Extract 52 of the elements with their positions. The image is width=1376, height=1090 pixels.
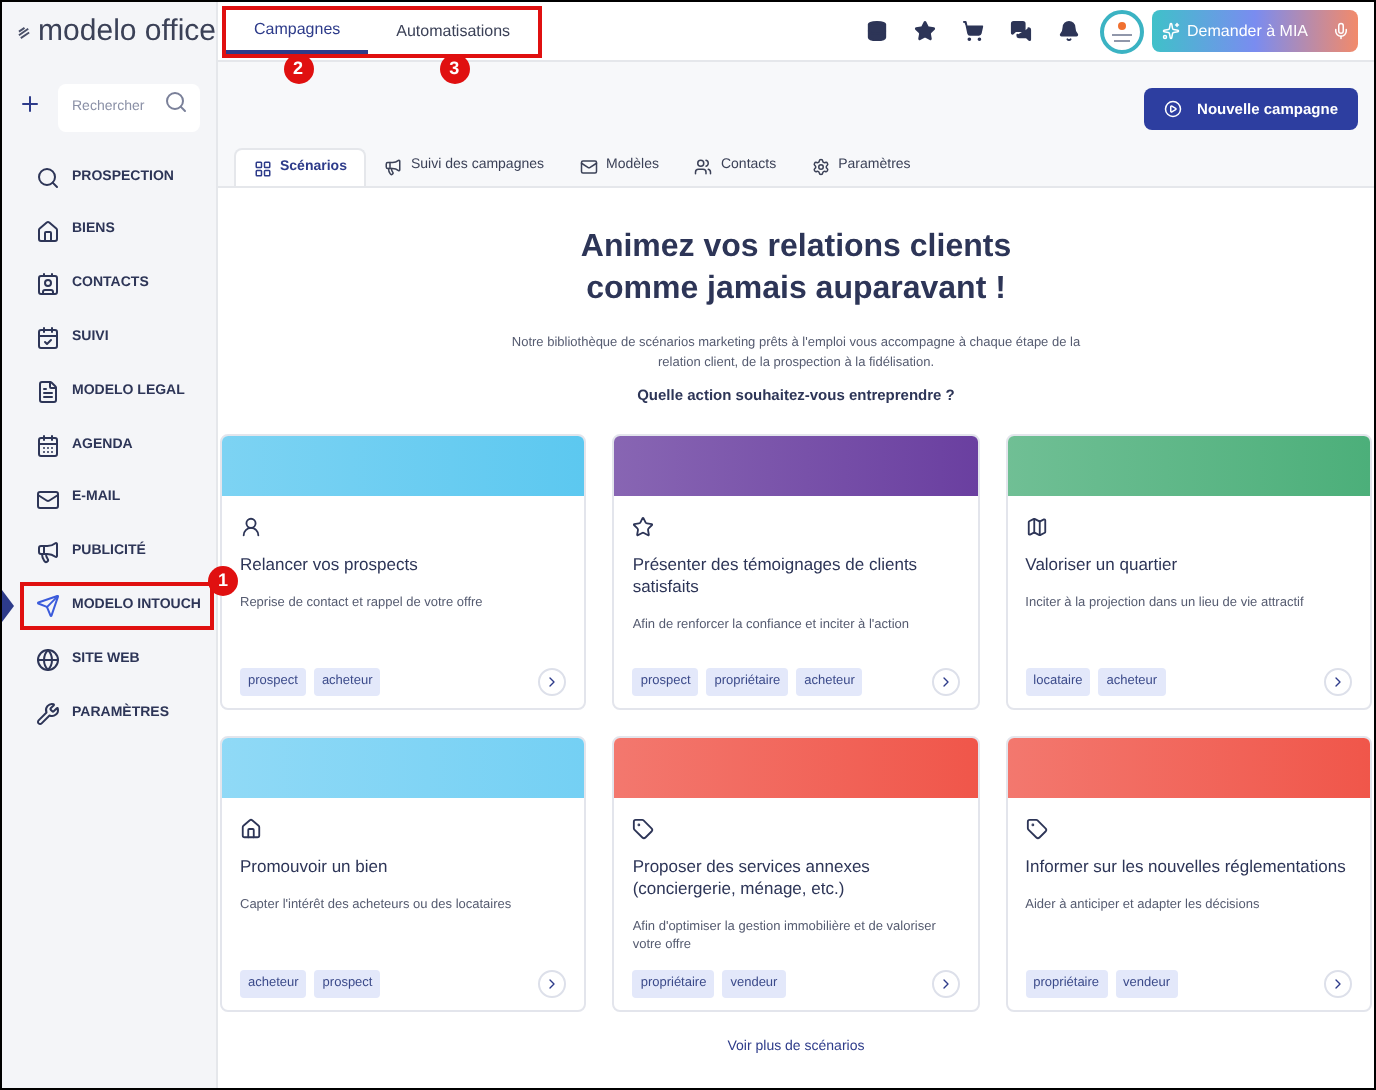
play-circle-icon xyxy=(1163,100,1182,118)
globe-icon xyxy=(36,648,60,673)
users-icon xyxy=(694,158,713,176)
card-title: Promouvoir un bien xyxy=(240,856,390,879)
house-icon xyxy=(240,818,262,841)
chevron-button[interactable] xyxy=(931,668,960,697)
house-icon xyxy=(36,219,60,244)
calendar-icon xyxy=(36,433,60,458)
tag-icon xyxy=(632,818,655,841)
calendar-check-icon xyxy=(36,326,60,351)
megaphone-icon xyxy=(384,158,403,176)
top-tab[interactable]: Automatisations xyxy=(368,10,539,54)
contact-card-icon xyxy=(36,272,60,297)
card-title: Relancer vos prospects xyxy=(240,554,420,577)
document-icon xyxy=(36,380,60,405)
active-indicator xyxy=(2,590,14,623)
paper-plane-icon xyxy=(36,594,60,619)
cart-icon xyxy=(961,20,984,42)
chevron-button[interactable] xyxy=(1323,970,1352,999)
envelope-icon xyxy=(36,487,60,512)
search-icon xyxy=(164,90,188,114)
logo-text: modelo office xyxy=(38,11,216,52)
user-icon xyxy=(240,516,262,539)
microphone-icon xyxy=(1332,22,1350,40)
grid-icon xyxy=(254,159,272,177)
callout-badge: 2 xyxy=(283,54,314,84)
top-tab[interactable]: Campagnes xyxy=(226,10,369,54)
add-icon[interactable] xyxy=(18,92,42,117)
star-icon xyxy=(913,20,936,42)
envelope-icon xyxy=(580,158,599,176)
card-title: Proposer des services annexes (conciergerie, ménage, etc.) xyxy=(632,856,872,901)
card-title: Informer sur les nouvelles réglementations xyxy=(1025,856,1348,879)
map-icon xyxy=(1025,516,1048,539)
search-icon xyxy=(36,165,60,190)
bell-icon xyxy=(1057,20,1080,42)
chevron-button[interactable] xyxy=(538,970,567,999)
hero-title: Animez vos relations clients comme jamais auparavant ! xyxy=(580,228,1012,310)
settings-icon xyxy=(812,158,831,176)
card-title: Présenter des témoignages de clients satisfaits xyxy=(632,554,920,599)
tag-icon xyxy=(1025,818,1048,841)
database-icon xyxy=(865,20,888,42)
callout-badge: 3 xyxy=(439,54,470,84)
chevron-button[interactable] xyxy=(538,668,567,697)
star-icon xyxy=(632,516,655,539)
card-title: Valoriser un quartier xyxy=(1025,554,1180,577)
chevron-button[interactable] xyxy=(1323,668,1352,697)
wrench-icon xyxy=(36,701,60,726)
chevron-button[interactable] xyxy=(931,970,960,999)
company-avatar[interactable] xyxy=(1099,9,1144,53)
sparkles-icon xyxy=(1161,22,1180,40)
megaphone-icon xyxy=(36,540,60,565)
chat-bubbles-icon xyxy=(1009,20,1032,42)
